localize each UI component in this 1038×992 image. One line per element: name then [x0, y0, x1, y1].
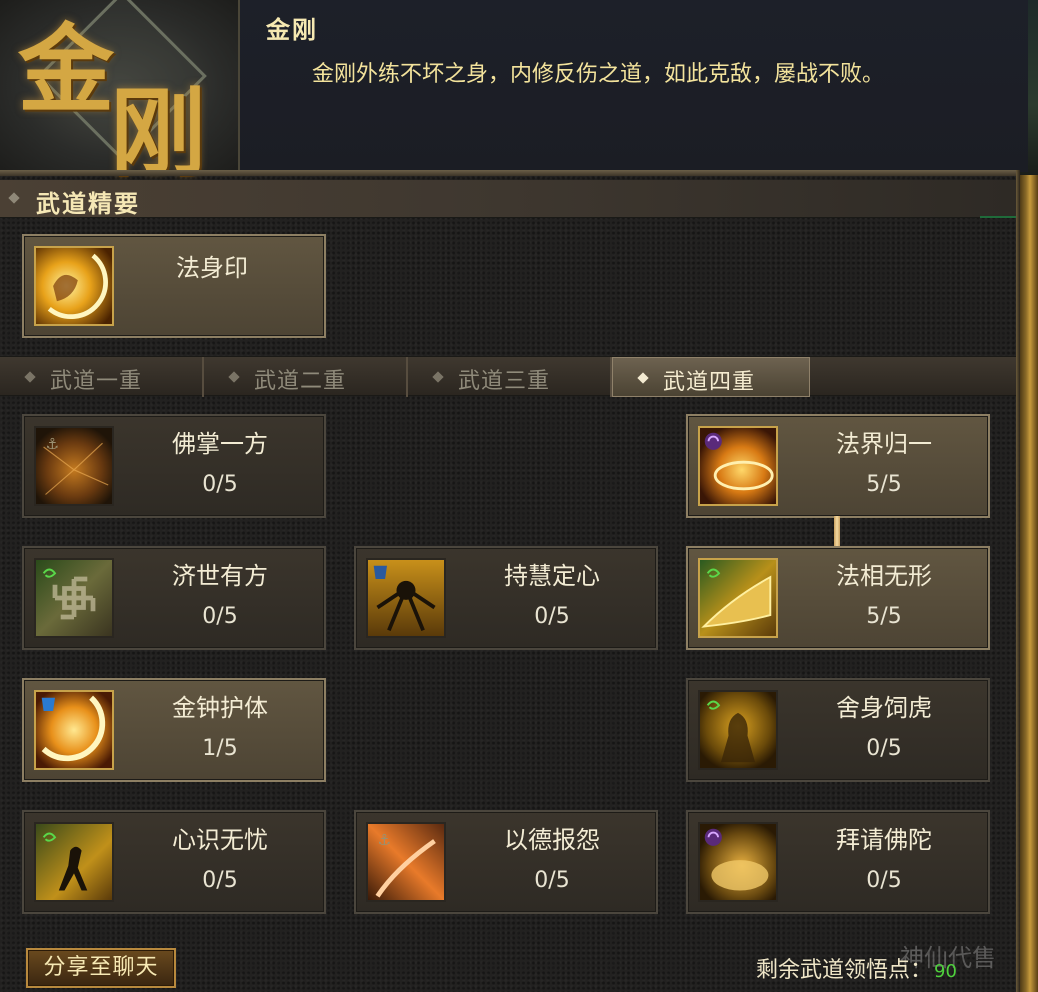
emblem-char-1: 金: [18, 13, 114, 126]
section-title: 武道精要: [36, 190, 140, 218]
skill-card[interactable]: 法相无形 5/5: [686, 546, 990, 650]
points-label: 剩余武道领悟点：: [756, 958, 933, 983]
header-separator: [0, 170, 1020, 176]
fire-slash-icon[interactable]: ⚓: [366, 822, 446, 902]
tab-tier-4[interactable]: 武道四重: [612, 357, 810, 397]
tab-label: 武道四重: [663, 370, 756, 395]
golden-shoe-icon[interactable]: [698, 558, 778, 638]
tab-label: 武道三重: [458, 369, 551, 394]
tier-tabs: 武道一重 武道二重 武道三重 武道四重: [0, 356, 1016, 397]
right-border: [1016, 170, 1020, 992]
diamond-bullet-icon: [432, 371, 444, 383]
skill-name: 心识无忧: [172, 826, 268, 854]
diamond-bullet-icon: [24, 371, 36, 383]
diamond-bullet-icon: [8, 192, 20, 204]
tab-label: 武道二重: [254, 369, 347, 394]
skill-level: 0/5: [866, 736, 902, 761]
svg-text:⚓: ⚓: [46, 435, 60, 453]
class-emblem: 金 刚: [0, 0, 240, 189]
monk-icon[interactable]: [698, 690, 778, 770]
skill-name: 以德报怨: [504, 826, 600, 854]
skill-name: 法界归一: [836, 430, 932, 458]
svg-text:⚓: ⚓: [378, 831, 392, 849]
skill-link-connector: [834, 516, 840, 548]
skill-level: 0/5: [534, 868, 570, 893]
skill-name: 佛掌一方: [172, 430, 268, 458]
skill-level: 1/5: [202, 736, 238, 761]
skill-card[interactable]: ⚓ 佛掌一方 0/5: [22, 414, 326, 518]
diamond-bullet-icon: [637, 372, 649, 384]
golden-wheel-icon[interactable]: [698, 426, 778, 506]
diamond-bullet-icon: [228, 371, 240, 383]
skill-level: 0/5: [202, 868, 238, 893]
class-title: 金刚: [266, 16, 318, 44]
golden-shield-icon[interactable]: [34, 690, 114, 770]
skill-level: 5/5: [866, 472, 902, 497]
skill-card[interactable]: 济世有方 0/5: [22, 546, 326, 650]
skill-name: 舍身饲虎: [836, 694, 932, 722]
skill-card[interactable]: 舍身饲虎 0/5: [686, 678, 990, 782]
points-value: 90: [934, 961, 957, 982]
skill-name: 持慧定心: [504, 562, 600, 590]
skill-level: 0/5: [202, 472, 238, 497]
share-to-chat-button[interactable]: 分享至聊天: [26, 948, 176, 988]
skill-level: 5/5: [866, 604, 902, 629]
flame-palm-icon[interactable]: ⚓: [34, 426, 114, 506]
skill-name: 法身印: [176, 254, 248, 282]
skill-name: 金钟护体: [172, 694, 268, 722]
skill-level: 0/5: [534, 604, 570, 629]
tab-tier-2[interactable]: 武道二重: [204, 357, 408, 397]
section-header: 武道精要: [0, 180, 1016, 218]
section-accent-line: [980, 216, 1016, 218]
skill-card[interactable]: 心识无忧 0/5: [22, 810, 326, 914]
tab-label: 武道一重: [50, 369, 143, 394]
skill-card[interactable]: 持慧定心 0/5: [354, 546, 658, 650]
tab-tier-1[interactable]: 武道一重: [0, 357, 204, 397]
skill-card[interactable]: 拜请佛陀 0/5: [686, 810, 990, 914]
skill-card[interactable]: ⚓ 以德报怨 0/5: [354, 810, 658, 914]
tab-tier-3[interactable]: 武道三重: [408, 357, 612, 397]
core-skill-card[interactable]: 法身印: [22, 234, 326, 338]
skill-name: 拜请佛陀: [836, 826, 932, 854]
skill-card[interactable]: 法界归一 5/5: [686, 414, 990, 518]
buddha-hand-icon[interactable]: [698, 822, 778, 902]
skill-name: 法相无形: [836, 562, 932, 590]
remaining-points: 剩余武道领悟点： 90: [756, 952, 957, 984]
golden-palm-icon[interactable]: [34, 246, 114, 326]
spider-icon[interactable]: [366, 558, 446, 638]
class-header: 金 刚 金刚 金刚外练不坏之身，内修反伤之道，如此克敌，屡战不败。: [0, 0, 1028, 189]
skill-name: 济世有方: [172, 562, 268, 590]
skill-level: 0/5: [202, 604, 238, 629]
skill-card[interactable]: 金钟护体 1/5: [22, 678, 326, 782]
class-description: 金刚外练不坏之身，内修反伤之道，如此克敌，屡战不败。: [312, 62, 885, 87]
swastika-icon[interactable]: [34, 558, 114, 638]
skill-level: 0/5: [866, 868, 902, 893]
figure-icon[interactable]: [34, 822, 114, 902]
